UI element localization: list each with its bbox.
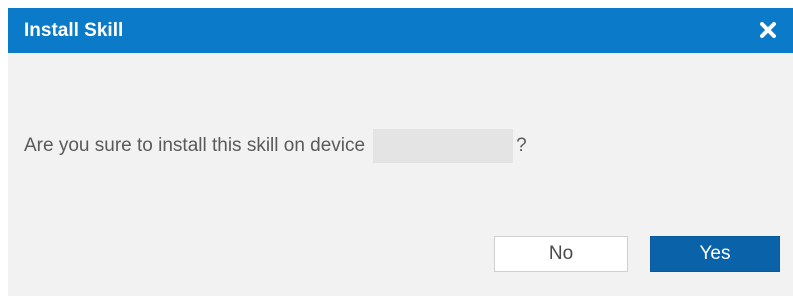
confirm-message-suffix: ? xyxy=(516,135,527,156)
confirm-message: Are you sure to install this skill on de… xyxy=(24,129,527,163)
close-button[interactable] xyxy=(757,18,779,42)
dialog-header: Install Skill xyxy=(8,8,793,53)
yes-button[interactable]: Yes xyxy=(650,236,780,272)
no-button[interactable]: No xyxy=(494,236,628,272)
install-skill-dialog: Install Skill Are you sure to install th… xyxy=(8,8,793,296)
device-name-redacted xyxy=(373,129,514,163)
close-icon xyxy=(760,22,776,38)
confirm-message-text: Are you sure to install this skill on de… xyxy=(24,135,366,156)
dialog-title: Install Skill xyxy=(24,20,124,41)
